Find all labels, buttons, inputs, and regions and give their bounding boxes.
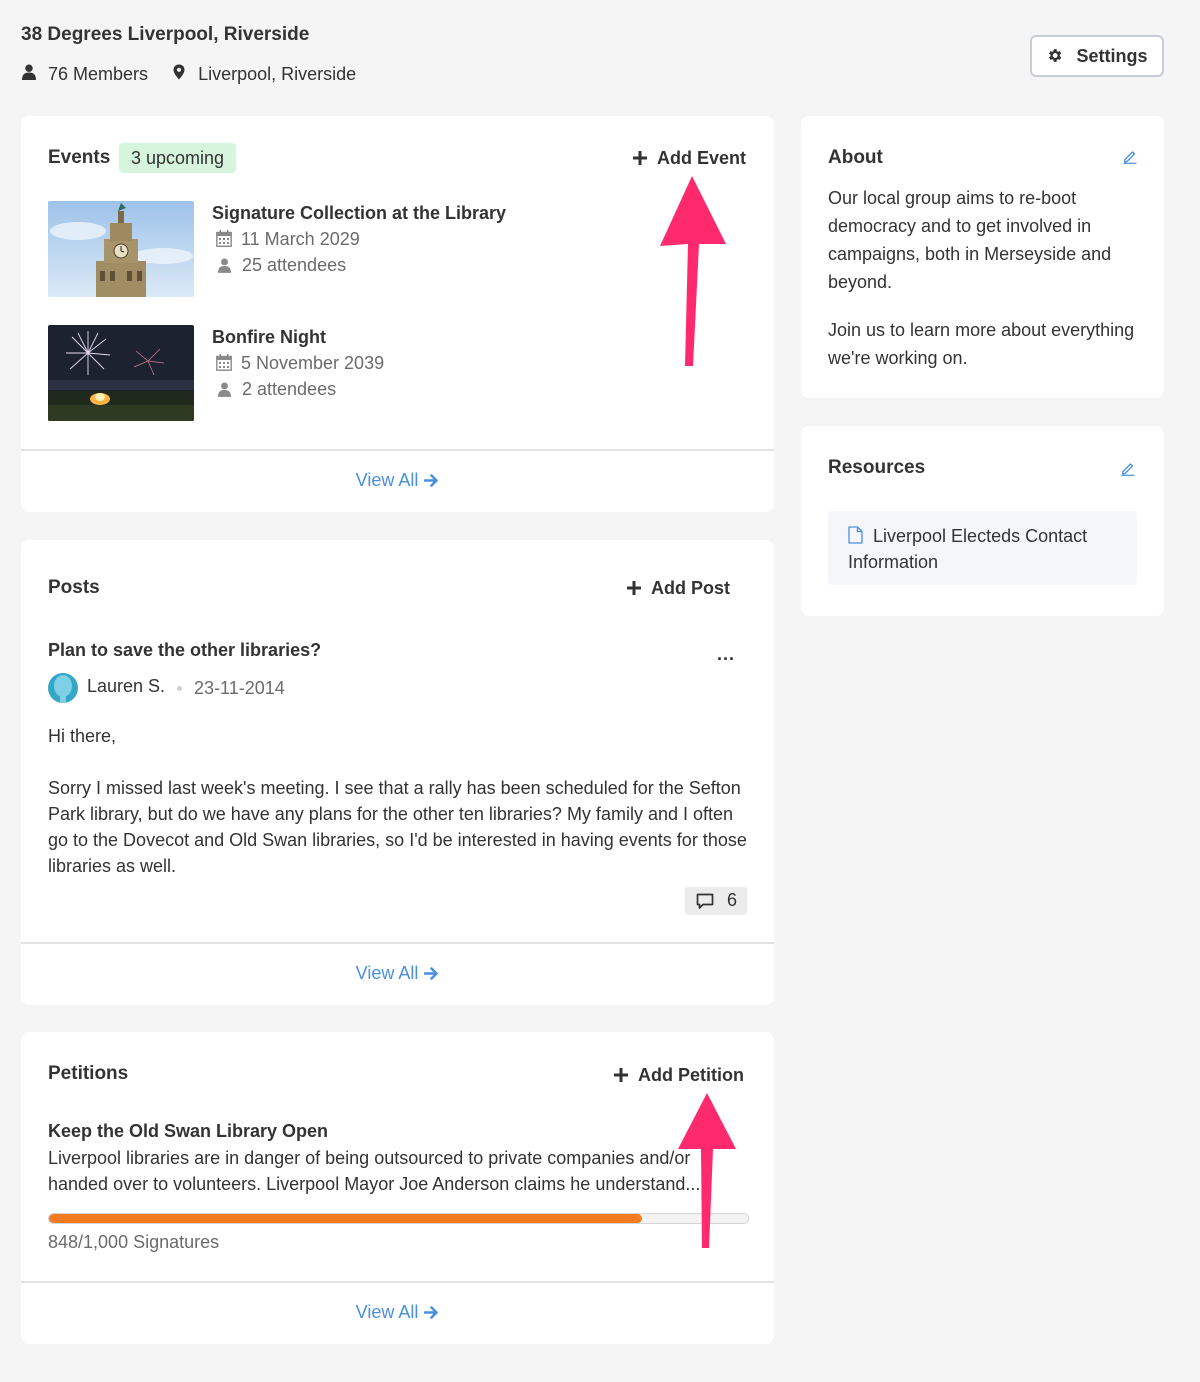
gear-icon — [1046, 46, 1076, 66]
pencil-icon[interactable] — [1121, 461, 1135, 481]
event-date: 5 November 2039 — [241, 353, 385, 373]
signature-progress-bar — [48, 1213, 749, 1224]
signature-progress-fill — [49, 1214, 642, 1223]
about-card: About Our local group aims to re-boot de… — [801, 116, 1164, 398]
settings-button[interactable]: Settings — [1030, 35, 1164, 77]
add-post-label: Add Post — [651, 578, 730, 598]
map-pin-icon — [173, 64, 190, 84]
group-location: Liverpool, Riverside — [198, 64, 357, 84]
calendar-icon — [216, 229, 241, 249]
event-image-fireworks[interactable] — [48, 325, 194, 421]
pencil-icon[interactable] — [1123, 149, 1137, 169]
post-author[interactable]: Lauren S. — [87, 676, 165, 697]
add-petition-label: Add Petition — [638, 1065, 744, 1085]
about-paragraph: Join us to learn more about everything w… — [828, 320, 1135, 368]
view-all-label: View All — [355, 963, 419, 983]
view-all-label: View All — [355, 470, 419, 490]
petition-description: Liverpool libraries are in danger of bei… — [48, 1148, 701, 1194]
resource-link[interactable]: Liverpool Electeds Contact Information — [848, 523, 1128, 575]
resources-title: Resources — [828, 457, 926, 478]
user-icon — [218, 379, 242, 399]
arrow-right-icon — [418, 963, 439, 983]
posts-view-all-link[interactable]: View All — [21, 963, 774, 984]
event-attendees: 2 attendees — [242, 379, 337, 399]
event-title[interactable]: Bonfire Night — [212, 327, 326, 348]
resources-card: Resources Liverpool Electeds Contact Inf… — [801, 426, 1164, 616]
settings-label: Settings — [1076, 45, 1148, 66]
event-attendees: 25 attendees — [242, 255, 347, 275]
arrow-right-icon — [418, 470, 439, 490]
resource-label: Liverpool Electeds Contact Information — [848, 526, 1088, 572]
event-attendees-row: 25 attendees — [218, 255, 346, 276]
document-icon — [848, 526, 873, 546]
members-count: 76 Members — [48, 64, 149, 84]
add-post-button[interactable]: Add Post — [627, 578, 730, 599]
add-event-button[interactable]: Add Event — [633, 148, 746, 169]
avatar — [48, 673, 78, 703]
events-view-all-link[interactable]: View All — [21, 470, 774, 491]
petitions-card: Petitions Add Petition Keep the Old Swan… — [21, 1032, 774, 1344]
divider — [21, 1281, 774, 1283]
events-card: Events 3 upcoming Add Event Signature Co… — [21, 116, 774, 512]
comment-count: 6 — [727, 890, 738, 910]
plus-icon — [627, 578, 651, 598]
arrow-right-icon — [418, 1302, 439, 1322]
comment-icon — [696, 893, 714, 915]
add-petition-button[interactable]: Add Petition — [614, 1065, 744, 1086]
post-more-menu[interactable]: ... — [717, 644, 735, 665]
petitions-title: Petitions — [48, 1063, 129, 1084]
post-title[interactable]: Plan to save the other libraries? — [48, 640, 321, 661]
post-date: 23-11-2014 — [194, 678, 285, 698]
event-image-liver-building[interactable] — [48, 201, 194, 297]
event-title[interactable]: Signature Collection at the Library — [212, 203, 506, 224]
separator-dot — [177, 686, 182, 691]
view-all-label: View All — [355, 1302, 419, 1322]
petition-title[interactable]: Keep the Old Swan Library Open — [48, 1121, 328, 1142]
upcoming-badge: 3 upcoming — [119, 143, 237, 173]
resource-item[interactable]: Liverpool Electeds Contact Information — [828, 511, 1137, 585]
posts-title: Posts — [48, 577, 100, 598]
group-name: 38 Degrees Liverpool, Riverside — [21, 24, 310, 45]
user-icon — [22, 64, 41, 84]
calendar-icon — [216, 353, 241, 373]
plus-icon — [633, 148, 657, 168]
plus-icon — [614, 1065, 638, 1085]
post-body: Sorry I missed last week's meeting. I se… — [48, 778, 747, 876]
events-title: Events — [48, 147, 111, 168]
petitions-view-all-link[interactable]: View All — [21, 1302, 774, 1323]
add-event-label: Add Event — [657, 148, 747, 168]
about-paragraph: Our local group aims to re-boot democrac… — [828, 188, 1112, 292]
event-date-row: 11 March 2029 — [216, 229, 360, 250]
event-date-row: 5 November 2039 — [216, 353, 384, 374]
post-greeting: Hi there, — [48, 726, 117, 746]
event-date: 11 March 2029 — [241, 229, 360, 249]
about-title: About — [828, 147, 883, 168]
posts-card: Posts Add Post Plan to save the other li… — [21, 540, 774, 1005]
event-attendees-row: 2 attendees — [218, 379, 336, 400]
divider — [21, 942, 774, 944]
divider — [21, 449, 774, 451]
signature-count: 848/1,000 Signatures — [48, 1232, 220, 1252]
user-icon — [218, 255, 242, 275]
group-meta: 76 Members Liverpool, Riverside — [22, 64, 356, 85]
comment-count-button[interactable]: 6 — [685, 887, 747, 915]
